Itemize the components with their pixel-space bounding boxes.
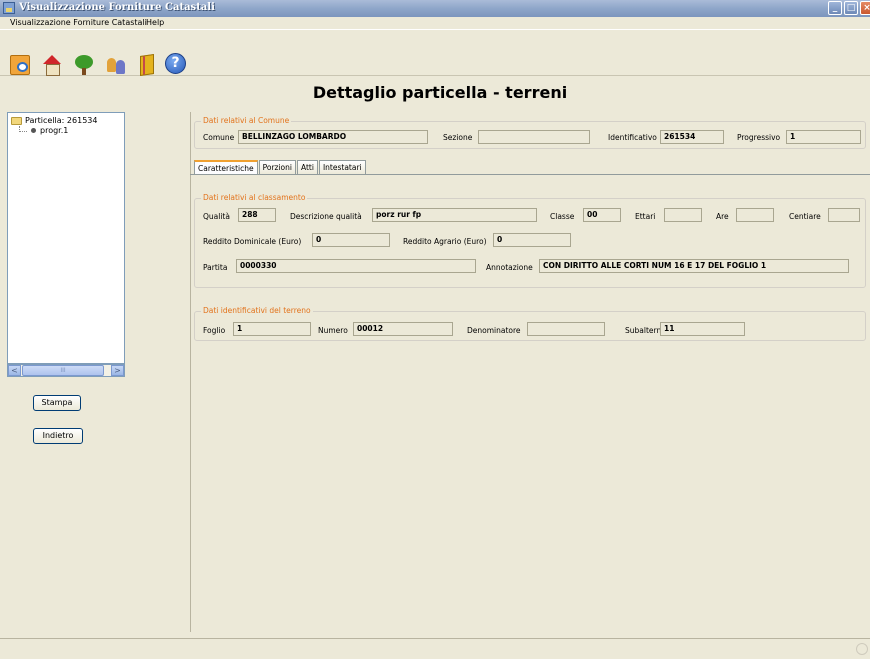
- ettari-label: Ettari: [635, 212, 656, 221]
- qualita-field[interactable]: 288: [238, 208, 276, 222]
- soggetti-button[interactable]: [104, 53, 127, 76]
- subalterno-field[interactable]: 11: [660, 322, 745, 336]
- bullet-icon: [31, 128, 36, 133]
- maximize-button[interactable]: □: [844, 1, 858, 15]
- numero-label: Numero: [318, 326, 348, 335]
- annotazione-label: Annotazione: [486, 263, 533, 272]
- folder-icon: [11, 116, 22, 125]
- progressivo-label: Progressivo: [737, 133, 781, 142]
- classe-field[interactable]: 00: [583, 208, 621, 222]
- sezione-field[interactable]: [478, 130, 590, 144]
- terreni-button[interactable]: [72, 53, 95, 76]
- tree-root-label: Particella: 261534: [25, 116, 98, 125]
- page-title: Dettaglio particella - terreni: [312, 83, 568, 102]
- tree-panel: Particella: 261534 progr.1: [7, 112, 125, 364]
- tab-porzioni[interactable]: Porzioni: [258, 160, 296, 174]
- tree-connector: [19, 125, 27, 132]
- tree-icon: [74, 54, 94, 75]
- terreno-group-title: Dati identificativi del terreno: [201, 306, 313, 315]
- identificativo-field[interactable]: 261534: [660, 130, 724, 144]
- centiare-label: Centiare: [789, 212, 821, 221]
- comune-label: Comune: [203, 133, 235, 142]
- foglio-label: Foglio: [203, 326, 226, 335]
- descrizione-qualita-label: Descrizione qualità: [290, 212, 362, 221]
- window-title: Visualizzazione Forniture Catastali: [19, 2, 215, 13]
- tree-child-label: progr.1: [40, 126, 69, 135]
- minimize-button[interactable]: _: [828, 1, 842, 15]
- foglio-field[interactable]: 1: [233, 322, 311, 336]
- reddito-agrario-label: Reddito Agrario (Euro): [403, 237, 487, 246]
- open-fornitura-button[interactable]: [8, 53, 31, 76]
- tab-caratteristiche[interactable]: Caratteristiche: [194, 160, 258, 175]
- close-button[interactable]: ×: [860, 1, 870, 15]
- status-bar: [0, 638, 870, 659]
- classamento-group-title: Dati relativi al classamento: [201, 193, 308, 202]
- tab-atti[interactable]: Atti: [296, 160, 318, 174]
- sezione-label: Sezione: [443, 133, 473, 142]
- scroll-left-arrow-icon[interactable]: <: [8, 365, 21, 376]
- people-icon: [106, 55, 126, 75]
- title-bar: Visualizzazione Forniture Catastali _ □ …: [0, 0, 870, 17]
- are-field[interactable]: [736, 208, 774, 222]
- menu-bar: Visualizzazione Forniture Catastali Help: [0, 17, 870, 29]
- reddito-dominicale-field[interactable]: 0: [312, 233, 390, 247]
- comune-group-title: Dati relativi al Comune: [201, 116, 292, 125]
- identificativo-label: Identificativo: [608, 133, 657, 142]
- tree-child-item[interactable]: progr.1: [19, 125, 69, 135]
- denominatore-field[interactable]: [527, 322, 605, 336]
- help-icon: ?: [165, 53, 186, 74]
- toolbar: ?: [0, 29, 870, 76]
- menu-help[interactable]: Help: [146, 18, 164, 27]
- qualita-label: Qualità: [203, 212, 230, 221]
- stampa-button[interactable]: Stampa: [33, 395, 81, 411]
- scroll-thumb[interactable]: III: [22, 365, 104, 376]
- indietro-button[interactable]: Indietro: [33, 428, 83, 444]
- manuale-button[interactable]: [134, 53, 157, 76]
- partita-field[interactable]: 0000330: [236, 259, 476, 273]
- partita-label: Partita: [203, 263, 228, 272]
- app-icon: [3, 2, 15, 14]
- tree-root-item[interactable]: Particella: 261534: [11, 116, 97, 125]
- reddito-dominicale-label: Reddito Dominicale (Euro): [203, 237, 302, 246]
- denominatore-label: Denominatore: [467, 326, 521, 335]
- tree-horizontal-scrollbar[interactable]: < III >: [7, 364, 125, 377]
- detail-tabs: Caratteristiche Porzioni Atti Intestatar…: [194, 160, 367, 175]
- centiare-field[interactable]: [828, 208, 860, 222]
- numero-field[interactable]: 00012: [353, 322, 453, 336]
- folder-search-icon: [9, 54, 30, 75]
- are-label: Are: [716, 212, 729, 221]
- help-button[interactable]: ?: [164, 52, 187, 75]
- ettari-field[interactable]: [664, 208, 702, 222]
- detail-panel: [190, 112, 870, 632]
- status-icon: [856, 643, 868, 655]
- tab-intestatari[interactable]: Intestatari: [318, 160, 366, 174]
- scroll-right-arrow-icon[interactable]: >: [111, 365, 124, 376]
- house-icon: [42, 54, 62, 76]
- comune-field[interactable]: BELLINZAGO LOMBARDO: [238, 130, 428, 144]
- classe-label: Classe: [550, 212, 575, 221]
- reddito-agrario-field[interactable]: 0: [493, 233, 571, 247]
- descrizione-qualita-field[interactable]: porz rur fp: [372, 208, 537, 222]
- progressivo-field[interactable]: 1: [786, 130, 861, 144]
- book-icon: [140, 53, 154, 76]
- tab-separator: [190, 174, 870, 175]
- menu-visualizzazione[interactable]: Visualizzazione Forniture Catastali: [10, 18, 147, 27]
- annotazione-field[interactable]: CON DIRITTO ALLE CORTI NUM 16 E 17 DEL F…: [539, 259, 849, 273]
- fabbricati-button[interactable]: [40, 53, 63, 76]
